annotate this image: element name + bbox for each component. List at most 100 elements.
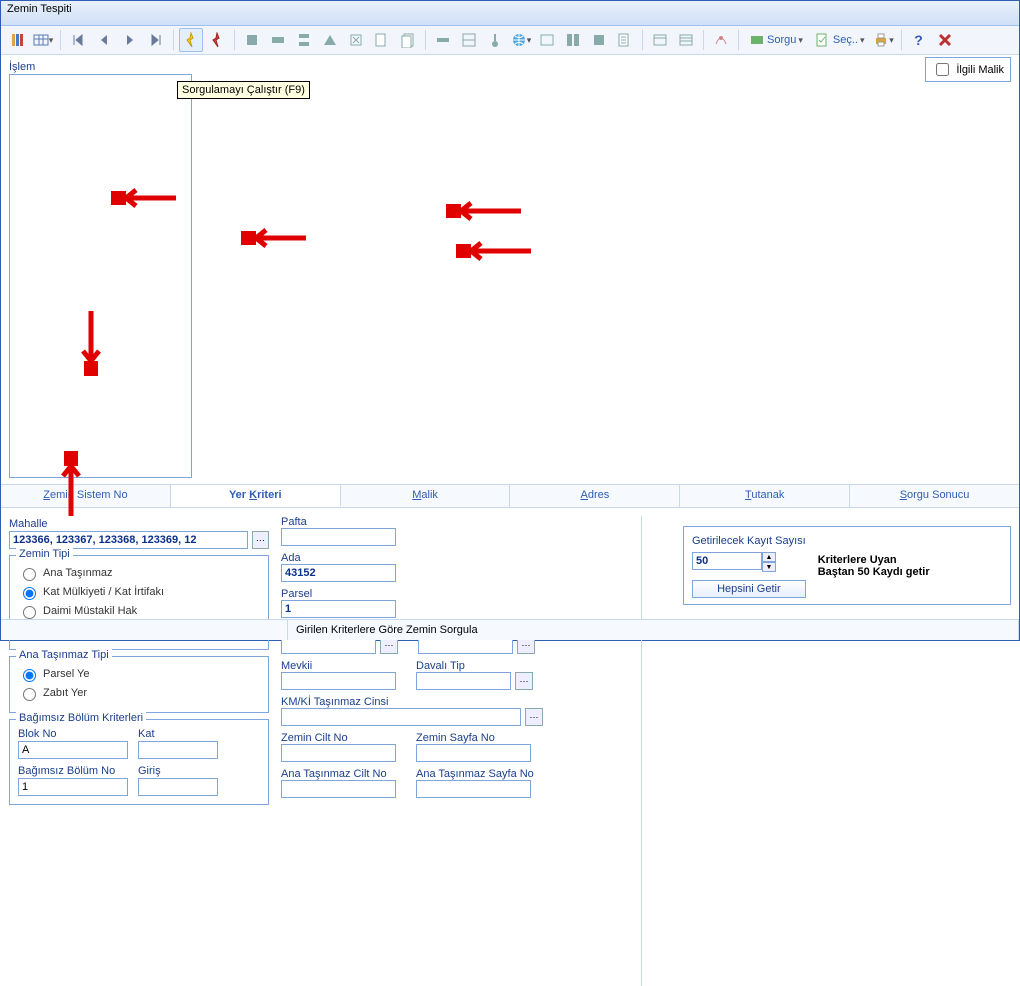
tool-3-icon[interactable] bbox=[292, 28, 316, 52]
islem-label: İşlem bbox=[9, 61, 192, 73]
tool-13-icon[interactable] bbox=[587, 28, 611, 52]
toolbar-sep bbox=[642, 30, 643, 50]
tool-7-icon[interactable] bbox=[396, 28, 420, 52]
zemin-sayfa-input[interactable] bbox=[416, 744, 531, 762]
tool-9-icon[interactable] bbox=[457, 28, 481, 52]
status-message: Girilen Kriterlere Göre Zemin Sorgula bbox=[288, 620, 1019, 640]
toolbar-sep bbox=[738, 30, 739, 50]
toolbar-sep bbox=[60, 30, 61, 50]
toolbar-sep bbox=[703, 30, 704, 50]
spin-up[interactable]: ▲ bbox=[762, 552, 776, 562]
tool-2-icon[interactable] bbox=[266, 28, 290, 52]
kmki-lookup-icon[interactable]: ⋯ bbox=[525, 708, 543, 726]
islem-row: İşlem İlgili Malik bbox=[1, 55, 1019, 484]
wizard-icon[interactable] bbox=[5, 28, 29, 52]
annotation-arrow bbox=[446, 199, 526, 223]
kat-input[interactable] bbox=[138, 741, 218, 759]
annotation-arrow bbox=[56, 451, 86, 521]
tab-tutanak[interactable]: Tutanak bbox=[680, 485, 850, 507]
run-query-tooltip: Sorgulamayı Çalıştır (F9) bbox=[177, 81, 310, 99]
mahalle-lookup-icon[interactable]: ⋯ bbox=[252, 531, 269, 549]
spin-down[interactable]: ▼ bbox=[762, 562, 776, 572]
nav-last-icon[interactable] bbox=[144, 28, 168, 52]
pafta-input[interactable] bbox=[281, 528, 396, 546]
getirilecek-label: Getirilecek Kayıt Sayısı bbox=[692, 535, 806, 547]
tool-17-icon[interactable] bbox=[709, 28, 733, 52]
tool-15-icon[interactable] bbox=[648, 28, 672, 52]
parsel-label: Parsel bbox=[281, 588, 312, 600]
mevkii-input[interactable] bbox=[281, 672, 396, 690]
tool-1-icon[interactable] bbox=[240, 28, 264, 52]
nav-first-icon[interactable] bbox=[66, 28, 90, 52]
sec-dropdown[interactable]: Seç..▾ bbox=[810, 28, 870, 52]
main-toolbar: ▾ ▾ Sorgu▾ Seç..▾ ▾ ? bbox=[1, 26, 1019, 55]
titlebar: Zemin Tespiti bbox=[1, 1, 1019, 26]
ana-sayfa-input[interactable] bbox=[416, 780, 531, 798]
giris-label: Giriş bbox=[138, 765, 218, 777]
ada-input[interactable] bbox=[281, 564, 396, 582]
annotation-arrow bbox=[241, 226, 311, 250]
kmki-label: KM/Kİ Taşınmaz Cinsi bbox=[281, 696, 388, 708]
status-cell-1 bbox=[1, 620, 288, 640]
help-icon[interactable]: ? bbox=[907, 28, 931, 52]
run-query-icon[interactable] bbox=[179, 28, 203, 52]
tab-malik[interactable]: Malik bbox=[341, 485, 511, 507]
ana-cilt-input[interactable] bbox=[281, 780, 396, 798]
toolbar-sep bbox=[425, 30, 426, 50]
ana-tasinmaz-tipi-title: Ana Taşınmaz Tipi bbox=[16, 649, 112, 661]
tab-adres[interactable]: Adres bbox=[510, 485, 680, 507]
radio-parsel-yeri[interactable]: Parsel Ye bbox=[18, 666, 260, 682]
annotation-arrow bbox=[456, 239, 536, 263]
tab-yer-kriteri[interactable]: Yer Kriteri bbox=[171, 485, 341, 507]
davali-tip-lookup-icon[interactable]: ⋯ bbox=[515, 672, 533, 690]
pafta-label: Pafta bbox=[281, 516, 307, 528]
tool-11-icon[interactable] bbox=[535, 28, 559, 52]
toolbar-sep bbox=[173, 30, 174, 50]
zemin-cilt-input[interactable] bbox=[281, 744, 396, 762]
tab-sorgu-sonucu[interactable]: Sorgu Sonucu bbox=[850, 485, 1019, 507]
bb-no-input[interactable] bbox=[18, 778, 128, 796]
right-column: Getirilecek Kayıt Sayısı ▲ ▼ Hepsini Get… bbox=[593, 516, 1011, 986]
blok-no-input[interactable] bbox=[18, 741, 128, 759]
mahalle-label: Mahalle bbox=[9, 518, 269, 530]
kmki-input[interactable] bbox=[281, 708, 521, 726]
grid-icon[interactable]: ▾ bbox=[31, 28, 55, 52]
toolbar-sep bbox=[901, 30, 902, 50]
tool-6-icon[interactable] bbox=[370, 28, 394, 52]
davali-tip-input[interactable] bbox=[416, 672, 511, 690]
close-icon[interactable] bbox=[933, 28, 957, 52]
radio-kat-mulkiyeti[interactable]: Kat Mülkiyeti / Kat İrtifakı bbox=[18, 584, 260, 600]
tool-4-icon[interactable] bbox=[318, 28, 342, 52]
middle-column: Pafta Ada Parsel Durum ⋯ Tip ⋯ bbox=[281, 516, 581, 986]
tool-8-icon[interactable] bbox=[431, 28, 455, 52]
print-icon[interactable]: ▾ bbox=[872, 28, 896, 52]
islem-input[interactable] bbox=[9, 74, 192, 478]
kayit-sayisi-input[interactable] bbox=[692, 552, 762, 570]
ana-cilt-label: Ana Taşınmaz Cilt No bbox=[281, 768, 387, 780]
tool-5-icon[interactable] bbox=[344, 28, 368, 52]
ana-tasinmaz-tipi-group: Ana Taşınmaz Tipi Parsel Ye Zabıt Yer bbox=[9, 656, 269, 713]
radio-daimi-mustakil[interactable]: Daimi Müstakil Hak bbox=[18, 603, 260, 619]
giris-input[interactable] bbox=[138, 778, 218, 796]
zemin-tipi-title: Zemin Tipi bbox=[16, 548, 73, 560]
sorgu-dropdown[interactable]: Sorgu▾ bbox=[744, 28, 808, 52]
globe-icon[interactable]: ▾ bbox=[509, 28, 533, 52]
nav-next-icon[interactable] bbox=[118, 28, 142, 52]
run-query-red-icon[interactable] bbox=[205, 28, 229, 52]
tool-10-icon[interactable] bbox=[483, 28, 507, 52]
kriter-text-1: Kriterlere Uyan bbox=[818, 554, 930, 566]
window-title: Zemin Tespiti bbox=[7, 3, 72, 15]
parsel-input[interactable] bbox=[281, 600, 396, 618]
radio-ana-tasinmaz[interactable]: Ana Taşınmaz bbox=[18, 565, 260, 581]
radio-zabit-yeri[interactable]: Zabıt Yer bbox=[18, 685, 260, 701]
ilgili-malik-checkbox[interactable] bbox=[936, 63, 949, 76]
zemin-cilt-label: Zemin Cilt No bbox=[281, 732, 348, 744]
tool-14-icon[interactable] bbox=[613, 28, 637, 52]
mahalle-input[interactable] bbox=[9, 531, 248, 549]
bb-no-label: Bağımsız Bölüm No bbox=[18, 765, 128, 777]
ilgili-malik-box[interactable]: İlgili Malik bbox=[925, 57, 1011, 82]
hepsini-getir-button[interactable]: Hepsini Getir bbox=[692, 580, 806, 598]
tool-16-icon[interactable] bbox=[674, 28, 698, 52]
tool-12-icon[interactable] bbox=[561, 28, 585, 52]
nav-prev-icon[interactable] bbox=[92, 28, 116, 52]
